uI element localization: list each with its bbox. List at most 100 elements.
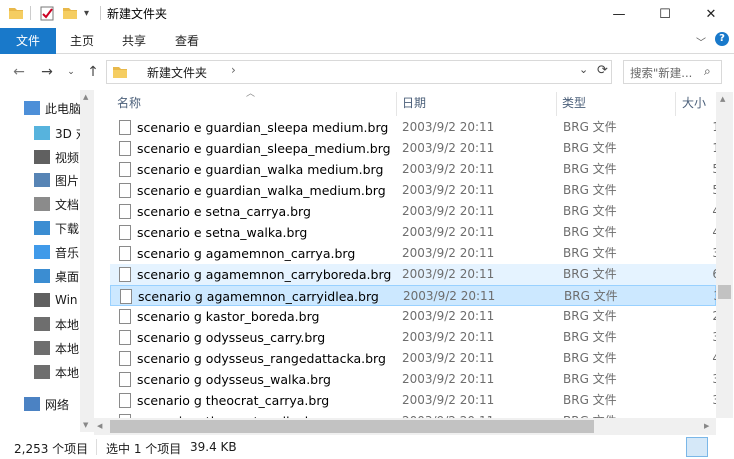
address-bar[interactable]: 新建文件夹 › ⌄ ⟳ (106, 60, 612, 84)
desktop-icon (34, 269, 50, 283)
column-divider[interactable] (396, 92, 397, 116)
search-icon[interactable]: ⌕ (704, 64, 711, 79)
file-icon (120, 289, 132, 304)
scroll-up-icon[interactable]: ▲ (720, 95, 725, 103)
ribbon: 文件 主页 共享 查看 ﹀ ? (0, 28, 734, 54)
file-type: BRG 文件 (563, 372, 617, 386)
file-icon (119, 183, 131, 198)
3d-objects-icon (34, 126, 50, 140)
file-row[interactable]: scenario e guardian_sleepa medium.brg 200… (110, 117, 720, 138)
file-icon (119, 162, 131, 177)
file-row[interactable]: scenario e setna_carrya.brg 2003/9/2 20:1… (110, 201, 720, 222)
file-date: 2003/9/2 20:11 (402, 330, 495, 344)
nav-item-label: 桌面 (55, 269, 80, 284)
file-row[interactable]: scenario g odysseus_walka.brg 2003/9/2 20… (110, 369, 720, 390)
window-title: 新建文件夹 (107, 7, 168, 21)
pictures-icon (34, 173, 50, 187)
recent-locations-chevron-icon[interactable]: ⌄ (60, 62, 82, 82)
breadcrumb-chevron-icon[interactable]: › (231, 63, 236, 77)
help-icon[interactable]: ? (715, 32, 729, 46)
expand-ribbon-icon[interactable]: ﹀ (696, 34, 706, 49)
file-size: 3 (680, 243, 720, 264)
file-name: scenario g kastor_boreda.brg (137, 309, 320, 324)
column-header-date[interactable]: 日期 (402, 92, 426, 116)
forward-arrow-icon[interactable]: → (36, 62, 58, 82)
scroll-left-icon[interactable]: ◀ (97, 422, 102, 430)
divider (100, 6, 101, 20)
file-row[interactable]: scenario g agamemnon_carryboreda.brg 2003… (110, 264, 720, 285)
breadcrumb[interactable]: 新建文件夹 (147, 64, 207, 81)
minimize-button[interactable]: — (596, 0, 642, 28)
search-box[interactable]: 搜索"新建... ⌕ (623, 60, 722, 84)
file-row[interactable]: scenario g odysseus_rangedattacka.brg 200… (110, 348, 720, 369)
divider (96, 439, 97, 455)
download-icon (34, 221, 50, 235)
nav-item-label: 此电脑 (45, 101, 82, 116)
tab-view[interactable]: 查看 (161, 28, 213, 54)
address-dropdown-icon[interactable]: ⌄ (579, 63, 588, 76)
file-type: BRG 文件 (563, 246, 617, 260)
file-row[interactable]: scenario g theocrat_carrya.brg 2003/9/2 2… (110, 390, 720, 411)
navigation-pane-scrollbar[interactable]: ▲ ▼ (80, 90, 94, 432)
scroll-down-icon[interactable]: ▼ (83, 421, 88, 429)
large-icons-view-icon[interactable] (711, 437, 731, 457)
tab-file[interactable]: 文件 (0, 28, 56, 54)
file-row[interactable]: scenario g agamemnon_carrya.brg 2003/9/2 … (110, 243, 720, 264)
file-icon (119, 120, 131, 135)
close-button[interactable]: ✕ (688, 0, 734, 28)
scrollbar-thumb[interactable] (110, 420, 594, 433)
drive-icon (34, 365, 50, 379)
column-header-type[interactable]: 类型 (562, 92, 586, 116)
selection-size: 39.4 KB (190, 440, 237, 454)
file-row[interactable]: scenario g kastor_boreda.brg 2003/9/2 20:… (110, 306, 720, 327)
file-date: 2003/9/2 20:11 (402, 309, 495, 323)
tab-share[interactable]: 共享 (108, 28, 160, 54)
file-row[interactable]: scenario e guardian_walka_medium.brg 2003… (110, 180, 720, 201)
file-name: scenario g theocrat_carrya.brg (137, 393, 330, 408)
horizontal-scrollbar[interactable]: ◀ ▶ (94, 418, 716, 435)
nav-item-label: 本地 (55, 365, 80, 380)
refresh-icon[interactable]: ⟳ (597, 63, 608, 78)
file-type: BRG 文件 (563, 162, 617, 176)
new-folder-icon[interactable] (62, 4, 78, 22)
file-row[interactable]: scenario e guardian_walka medium.brg 2003… (110, 159, 720, 180)
sort-ascending-icon: ︿ (246, 89, 256, 99)
file-row[interactable]: scenario g agamemnon_carryidlea.brg 2003/… (110, 285, 721, 306)
nav-item-label: 本地 (55, 317, 80, 332)
maximize-button[interactable]: ☐ (642, 0, 688, 28)
back-arrow-icon[interactable]: ← (8, 62, 30, 82)
nav-item-label: 下载 (55, 221, 80, 236)
search-input[interactable]: 搜索"新建... (630, 65, 692, 81)
file-size: 5 (680, 159, 720, 180)
quick-access-dropdown-icon[interactable]: ▾ (84, 4, 89, 22)
file-size: 4 (680, 348, 720, 369)
file-date: 2003/9/2 20:11 (402, 204, 495, 218)
file-name: scenario g odysseus_carry.brg (137, 330, 326, 345)
file-name: scenario e guardian_sleepa medium.brg (137, 120, 389, 135)
nav-item-label: 文档 (55, 197, 80, 212)
file-date: 2003/9/2 20:11 (402, 162, 495, 176)
scroll-up-icon[interactable]: ▲ (83, 93, 88, 101)
details-view-icon[interactable] (686, 437, 708, 457)
tab-home[interactable]: 主页 (56, 28, 108, 54)
file-icon (119, 351, 131, 366)
vertical-scrollbar[interactable]: ▲ (716, 92, 733, 418)
file-date: 2003/9/2 20:11 (402, 351, 495, 365)
scroll-right-icon[interactable]: ▶ (704, 422, 709, 430)
file-size: 3 (680, 369, 720, 390)
column-header-size[interactable]: 大小 (682, 92, 706, 116)
file-row[interactable]: scenario g odysseus_carry.brg 2003/9/2 20… (110, 327, 720, 348)
up-arrow-icon[interactable]: ↑ (82, 62, 104, 82)
column-divider[interactable] (675, 92, 676, 116)
scrollbar-thumb[interactable] (718, 285, 731, 299)
file-type: BRG 文件 (563, 120, 617, 134)
file-icon (119, 372, 131, 387)
file-date: 2003/9/2 20:11 (402, 267, 495, 281)
file-date: 2003/9/2 20:11 (402, 372, 495, 386)
file-row[interactable]: scenario e guardian_sleepa_medium.brg 200… (110, 138, 720, 159)
drive-icon (34, 341, 50, 355)
column-divider[interactable] (556, 92, 557, 116)
properties-icon[interactable] (39, 4, 55, 22)
column-header-name[interactable]: 名称 (117, 92, 141, 116)
file-row[interactable]: scenario e setna_walka.brg 2003/9/2 20:11… (110, 222, 720, 243)
